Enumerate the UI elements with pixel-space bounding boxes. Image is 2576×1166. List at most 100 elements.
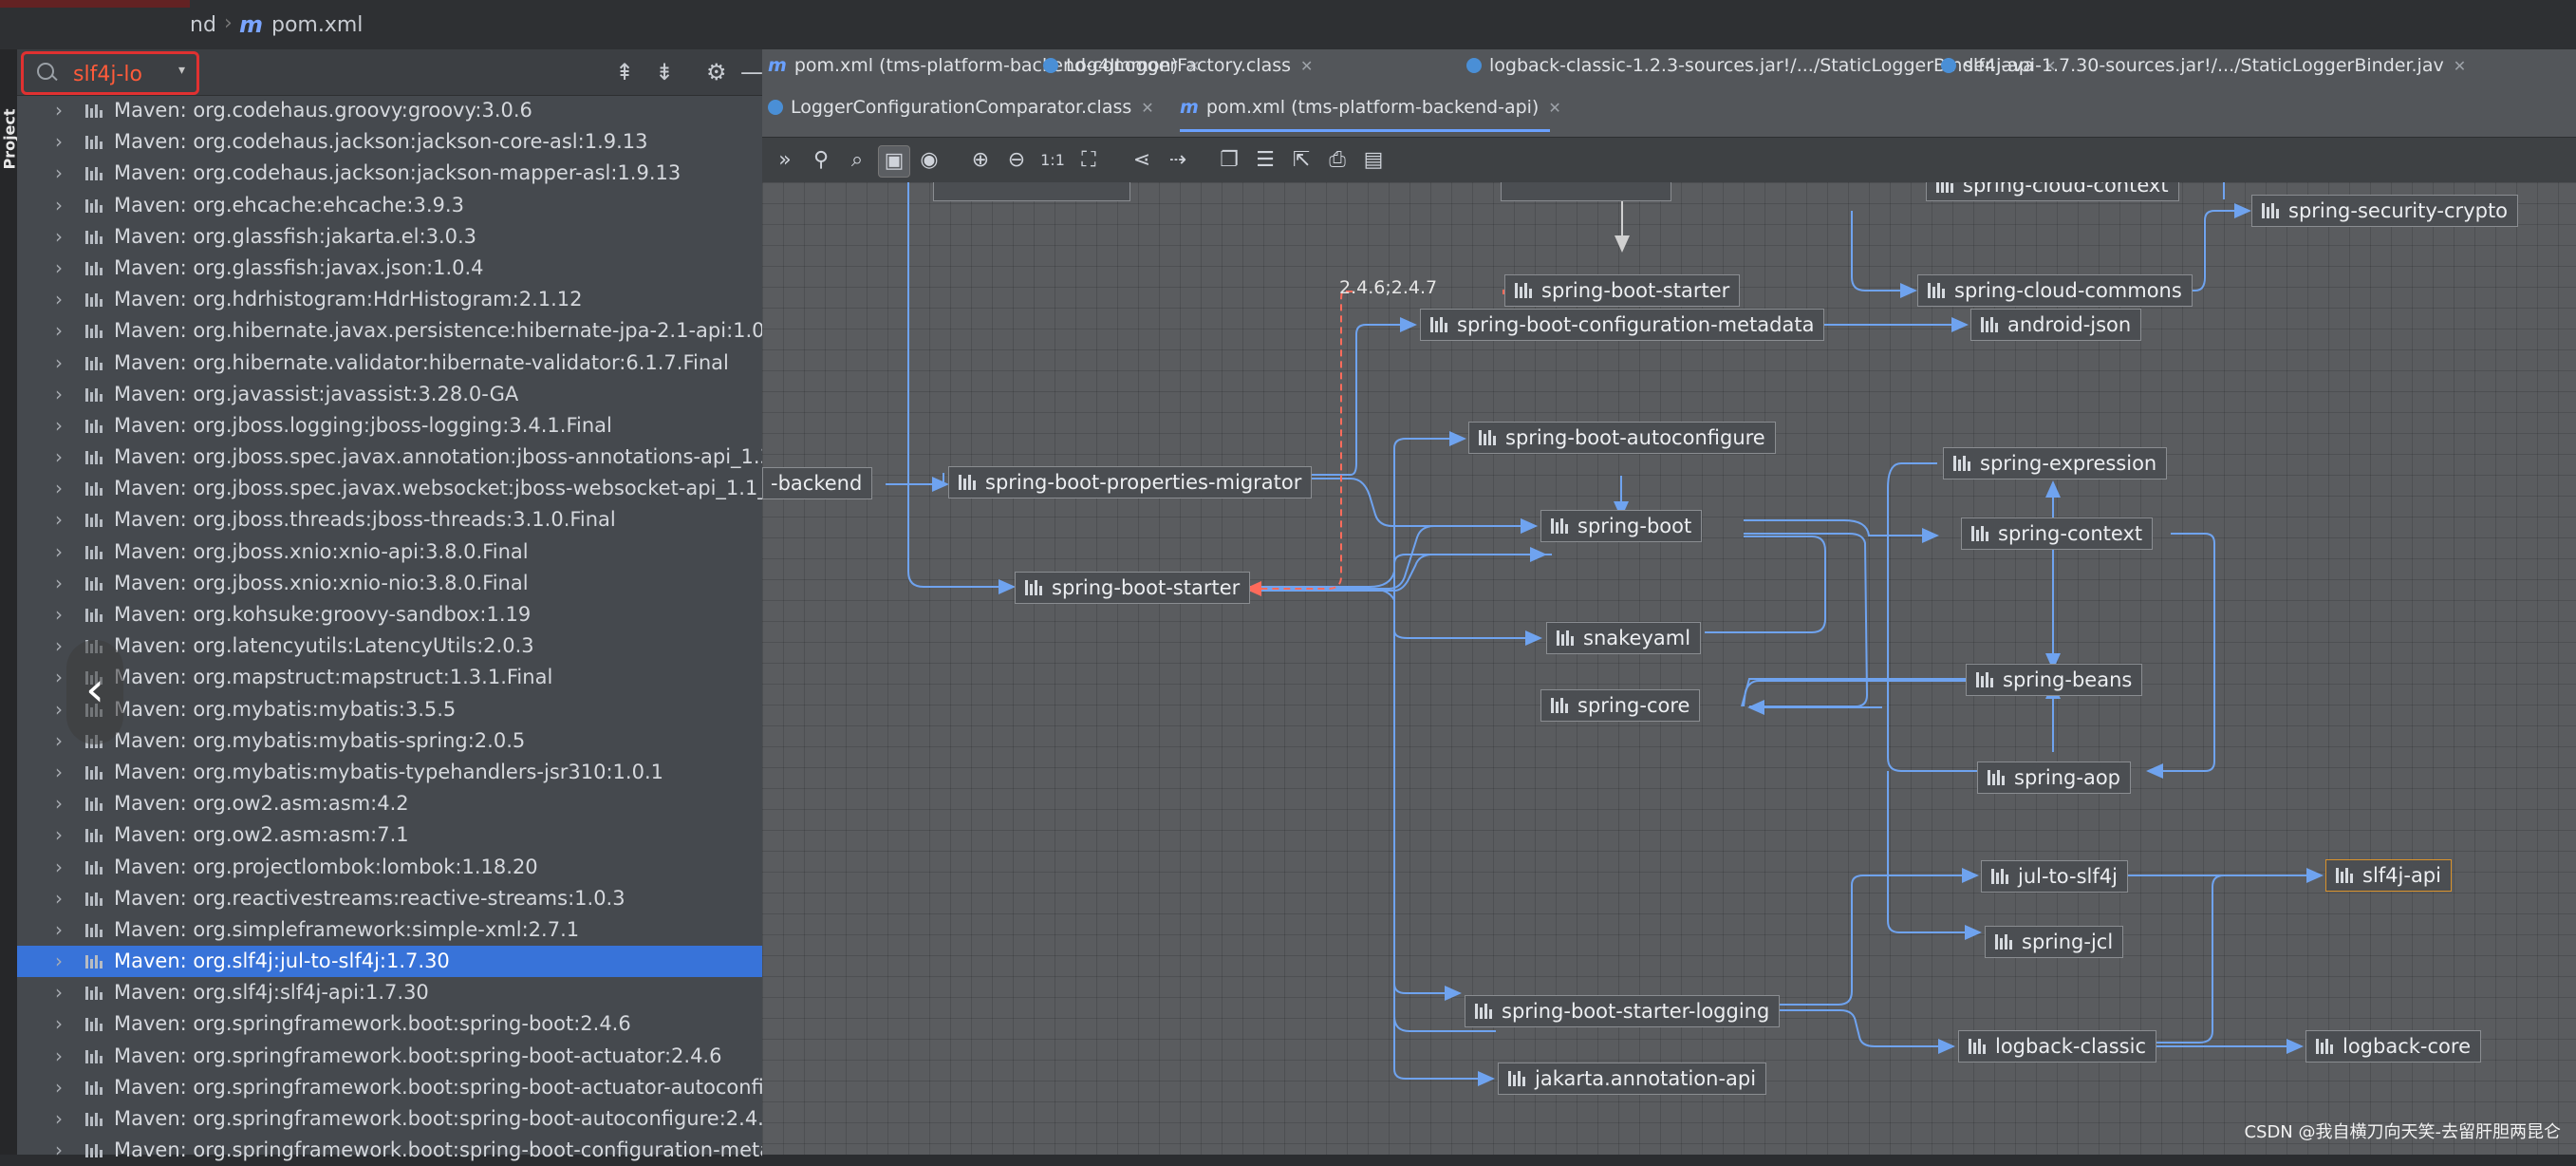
chevron-right-icon[interactable]: › [55, 977, 63, 1008]
hide-panel-icon[interactable]: — [740, 59, 763, 85]
tree-item[interactable]: › Maven: org.springframework.boot:spring-… [17, 1041, 762, 1072]
gear-icon[interactable]: ⚙ [706, 59, 727, 85]
chevron-right-icon[interactable]: › [55, 126, 63, 158]
chevron-right-icon[interactable]: › [55, 914, 63, 946]
chevron-right-icon[interactable]: › [55, 725, 63, 757]
tree-item[interactable]: › Maven: org.kohsuke:groovy-sandbox:1.19 [17, 599, 762, 630]
chevron-right-icon[interactable]: › [55, 852, 63, 883]
tree-item[interactable]: › Maven: org.javassist:javassist:3.28.0-G… [17, 379, 762, 410]
chevron-right-icon[interactable]: › [55, 1041, 63, 1072]
node-spring-jcl[interactable]: spring-jcl [1985, 926, 2124, 958]
close-icon[interactable]: ✕ [2454, 57, 2466, 75]
chevron-right-icon[interactable]: › [55, 379, 63, 410]
fit-content-icon[interactable]: ▣ [878, 145, 910, 178]
tree-item[interactable]: › Maven: org.slf4j:jul-to-slf4j:1.7.30 [17, 946, 762, 978]
tree-item[interactable]: › Maven: org.glassfish:javax.json:1.0.4 [17, 253, 762, 284]
chevron-right-icon[interactable]: › [55, 599, 63, 630]
node-partial-top[interactable] [1501, 182, 1671, 201]
chevron-right-icon[interactable]: › [55, 946, 63, 977]
tree-item[interactable]: › Maven: org.codehaus.groovy:groovy:3.0.6 [17, 95, 762, 126]
tree-item[interactable]: › Maven: org.jboss.spec.javax.websocket:j… [17, 473, 762, 504]
node-backend[interactable]: -backend [762, 467, 873, 499]
tree-item[interactable]: › Maven: org.jboss.threads:jboss-threads:… [17, 504, 762, 536]
tree-item[interactable]: › Maven: org.jboss.logging:jboss-logging:… [17, 410, 762, 442]
tree-item[interactable]: › Maven: org.codehaus.jackson:jackson-map… [17, 158, 762, 189]
node-spring-security-crypto[interactable]: spring-security-crypto [2251, 195, 2519, 227]
tree-item[interactable]: › Maven: org.mybatis:mybatis:3.5.5 [17, 694, 762, 725]
chevron-right-icon[interactable]: › [55, 504, 63, 536]
close-icon[interactable]: ✕ [1300, 57, 1313, 75]
node-spring-expression[interactable]: spring-expression [1943, 447, 2168, 480]
tree-item[interactable]: › Maven: org.mybatis:mybatis-spring:2.0.5 [17, 725, 762, 757]
eye-icon[interactable]: ◉ [914, 145, 944, 176]
tree-item[interactable]: › Maven: org.springframework.boot:spring-… [17, 1103, 762, 1135]
editor-tab[interactable]: m pom.xml (tms-platform-backend-api) ✕ [1180, 97, 1561, 129]
chevron-right-icon[interactable]: › [55, 819, 63, 851]
tree-item[interactable]: › Maven: org.ow2.asm:asm:7.1 [17, 819, 762, 851]
tree-item[interactable]: › Maven: org.jboss.xnio:xnio-nio:3.8.0.Fi… [17, 568, 762, 599]
tree-item[interactable]: › Maven: org.mapstruct:mapstruct:1.3.1.Fi… [17, 662, 762, 693]
tree-item[interactable]: › Maven: org.codehaus.jackson:jackson-cor… [17, 126, 762, 158]
node-spring-boot-starter-top[interactable]: spring-boot-starter [1504, 274, 1741, 307]
hierarchy-layout-icon[interactable]: ⚲ [806, 145, 836, 176]
node-logback-core[interactable]: logback-core [2305, 1030, 2481, 1063]
chevron-right-icon[interactable]: › [55, 221, 63, 253]
tree-item[interactable]: › Maven: org.reactivestreams:reactive-str… [17, 883, 762, 914]
zoom-out-icon[interactable]: ⊖ [1001, 145, 1032, 176]
node-spring-aop[interactable]: spring-aop [1977, 762, 2132, 794]
export-icon[interactable]: ⇱ [1286, 145, 1316, 176]
route-edges-icon[interactable]: ⇢ [1163, 145, 1193, 176]
chevron-right-icon[interactable]: › [55, 284, 63, 315]
tree-item[interactable]: › Maven: org.slf4j:slf4j-api:1.7.30 [17, 977, 762, 1008]
tree-item[interactable]: › Maven: org.projectlombok:lombok:1.18.20 [17, 852, 762, 883]
chevron-right-icon[interactable]: › [55, 788, 63, 819]
chevron-right-icon[interactable]: › [55, 757, 63, 788]
node-spring-cloud-commons[interactable]: spring-cloud-commons [1917, 274, 2193, 307]
print-icon[interactable]: ⎙ [1322, 145, 1353, 176]
chevron-right-icon[interactable]: › [55, 410, 63, 442]
node-spring-context[interactable]: spring-context [1961, 517, 2154, 550]
close-icon[interactable]: ✕ [1141, 99, 1153, 117]
chevron-right-icon[interactable]: › [55, 1103, 63, 1135]
breadcrumb-file[interactable]: pom.xml [271, 13, 363, 37]
tree-search-box[interactable] [21, 51, 199, 95]
tree-search-input[interactable] [71, 60, 166, 88]
tree-item[interactable]: › Maven: org.ehcache:ehcache:3.9.3 [17, 190, 762, 221]
node-spring-boot-configuration-metadata[interactable]: spring-boot-configuration-metadata [1420, 309, 1825, 341]
expand-toolbar-icon[interactable]: » [770, 145, 800, 176]
chevron-right-icon[interactable]: › [55, 883, 63, 914]
chevron-right-icon[interactable]: › [55, 190, 63, 221]
actual-size-icon[interactable]: 1:1 [1037, 145, 1068, 176]
tree-item[interactable]: › Maven: org.mybatis:mybatis-typehandlers… [17, 757, 762, 788]
tree-item[interactable]: › Maven: org.hdrhistogram:HdrHistogram:2.… [17, 284, 762, 315]
tree-item[interactable]: › Maven: org.jboss.xnio:xnio-api:3.8.0.Fi… [17, 536, 762, 568]
close-icon[interactable]: ✕ [1548, 99, 1560, 117]
search-history-dropdown-icon[interactable]: ▾ [178, 63, 185, 78]
tree-item[interactable]: › Maven: org.hibernate.javax.persistence:… [17, 315, 762, 347]
tree-item[interactable]: › Maven: org.latencyutils:LatencyUtils:2.… [17, 630, 762, 662]
copy-icon[interactable]: ❐ [1214, 145, 1244, 176]
share-icon[interactable]: ⋖ [1127, 145, 1157, 176]
chevron-right-icon[interactable]: › [55, 95, 63, 126]
chevron-right-icon[interactable]: › [55, 694, 63, 725]
node-partial-top-left[interactable] [933, 182, 1130, 201]
chevron-right-icon[interactable]: › [55, 1008, 63, 1040]
project-tool-window-button[interactable]: Project [1, 108, 19, 169]
chevron-right-icon[interactable]: › [55, 662, 63, 693]
node-slf4j-api[interactable]: slf4j-api [2325, 859, 2452, 892]
zoom-in-icon[interactable]: ⊕ [965, 145, 996, 176]
node-jul-to-slf4j[interactable]: jul-to-slf4j [1981, 860, 2128, 893]
node-spring-boot[interactable]: spring-boot [1540, 510, 1703, 542]
chevron-right-icon[interactable]: › [55, 1072, 63, 1103]
save-icon[interactable]: ▤ [1358, 145, 1389, 176]
chevron-right-icon[interactable]: › [55, 473, 63, 504]
chevron-right-icon[interactable]: › [55, 315, 63, 347]
chevron-right-icon[interactable]: › [55, 253, 63, 284]
find-icon[interactable]: ⌕ [842, 145, 872, 176]
chevron-right-icon[interactable]: › [55, 630, 63, 662]
chevron-right-icon[interactable]: › [55, 442, 63, 473]
chevron-right-icon[interactable]: › [55, 536, 63, 568]
node-spring-boot-starter-logging[interactable]: spring-boot-starter-logging [1465, 995, 1781, 1027]
node-snakeyaml[interactable]: snakeyaml [1546, 622, 1702, 654]
node-jakarta-annotation-api[interactable]: jakarta.annotation-api [1498, 1063, 1767, 1095]
